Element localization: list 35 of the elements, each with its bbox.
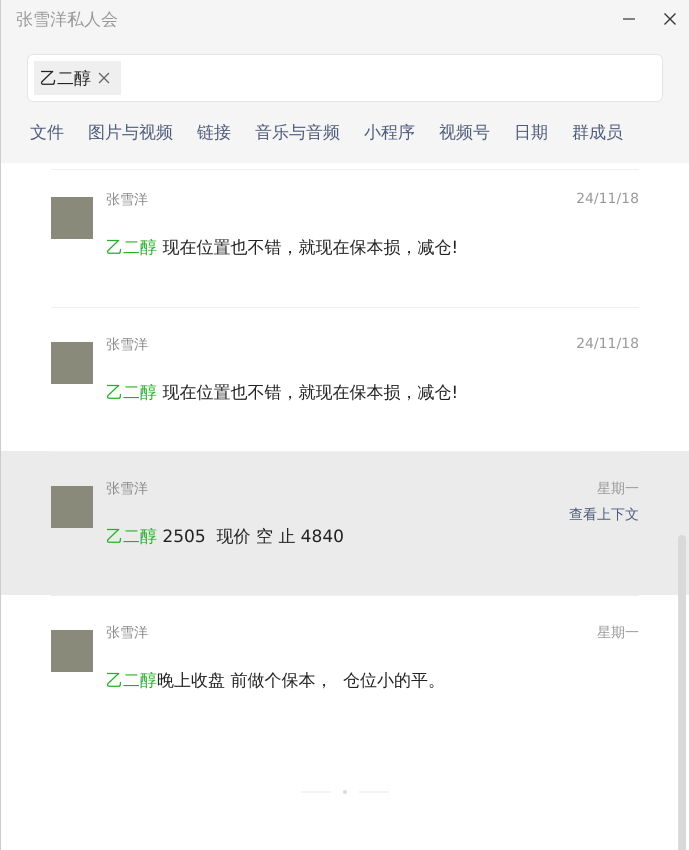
search-field[interactable]: 乙二醇 bbox=[27, 54, 663, 102]
sender-name: 张雪洋 bbox=[106, 480, 148, 498]
message-text: 乙二醇 现在位置也不错，就现在保本损，减仓! bbox=[106, 237, 460, 259]
avatar-placeholder bbox=[51, 197, 93, 239]
avatar-placeholder bbox=[51, 486, 93, 528]
scrollbar[interactable] bbox=[678, 535, 686, 850]
message-text: 乙二醇 2505 现价 空 止 4840 bbox=[106, 526, 345, 548]
filter-tab[interactable]: 视频号 bbox=[439, 121, 490, 144]
filter-tab[interactable]: 图片与视频 bbox=[88, 121, 173, 144]
close-icon[interactable] bbox=[663, 12, 677, 26]
message-time: 星期一 bbox=[597, 624, 639, 642]
tag-label: 乙二醇 bbox=[40, 68, 91, 90]
filter-tab[interactable]: 日期 bbox=[514, 121, 548, 144]
sender-name: 张雪洋 bbox=[106, 191, 148, 209]
filter-tab[interactable]: 小程序 bbox=[364, 121, 415, 144]
sender-name: 张雪洋 bbox=[106, 336, 148, 354]
message-row[interactable]: 张雪洋 24/11/18 乙二醇 现在位置也不错，就现在保本损，减仓! bbox=[1, 163, 689, 307]
filter-tab[interactable]: 群成员 bbox=[572, 121, 623, 144]
avatar-placeholder bbox=[51, 342, 93, 384]
window-title: 张雪洋私人会 bbox=[16, 8, 118, 30]
message-time: 24/11/18 bbox=[576, 191, 639, 207]
view-context-link[interactable]: 查看上下文 bbox=[569, 506, 639, 524]
avatar-placeholder bbox=[51, 630, 93, 672]
filter-tab[interactable]: 文件 bbox=[30, 121, 64, 144]
message-text: 乙二醇晚上收盘 前做个保本， 仓位小的平。 bbox=[106, 670, 446, 692]
sender-name: 张雪洋 bbox=[106, 624, 148, 642]
close-icon[interactable] bbox=[97, 71, 111, 85]
message-time: 星期一 bbox=[597, 480, 639, 498]
message-text: 乙二醇 现在位置也不错，就现在保本损，减仓! bbox=[106, 382, 460, 404]
message-time: 24/11/18 bbox=[576, 336, 639, 352]
message-row[interactable]: 张雪洋 24/11/18 乙二醇 现在位置也不错，就现在保本损，减仓! bbox=[1, 307, 689, 451]
filter-tab[interactable]: 音乐与音频 bbox=[255, 121, 340, 144]
message-row[interactable]: 张雪洋 星期一 乙二醇晚上收盘 前做个保本， 仓位小的平。 bbox=[1, 595, 689, 739]
filter-tab[interactable]: 链接 bbox=[197, 121, 231, 144]
message-row[interactable]: 张雪洋 星期一 查看上下文 乙二醇 2505 现价 空 止 4840 bbox=[1, 451, 689, 595]
